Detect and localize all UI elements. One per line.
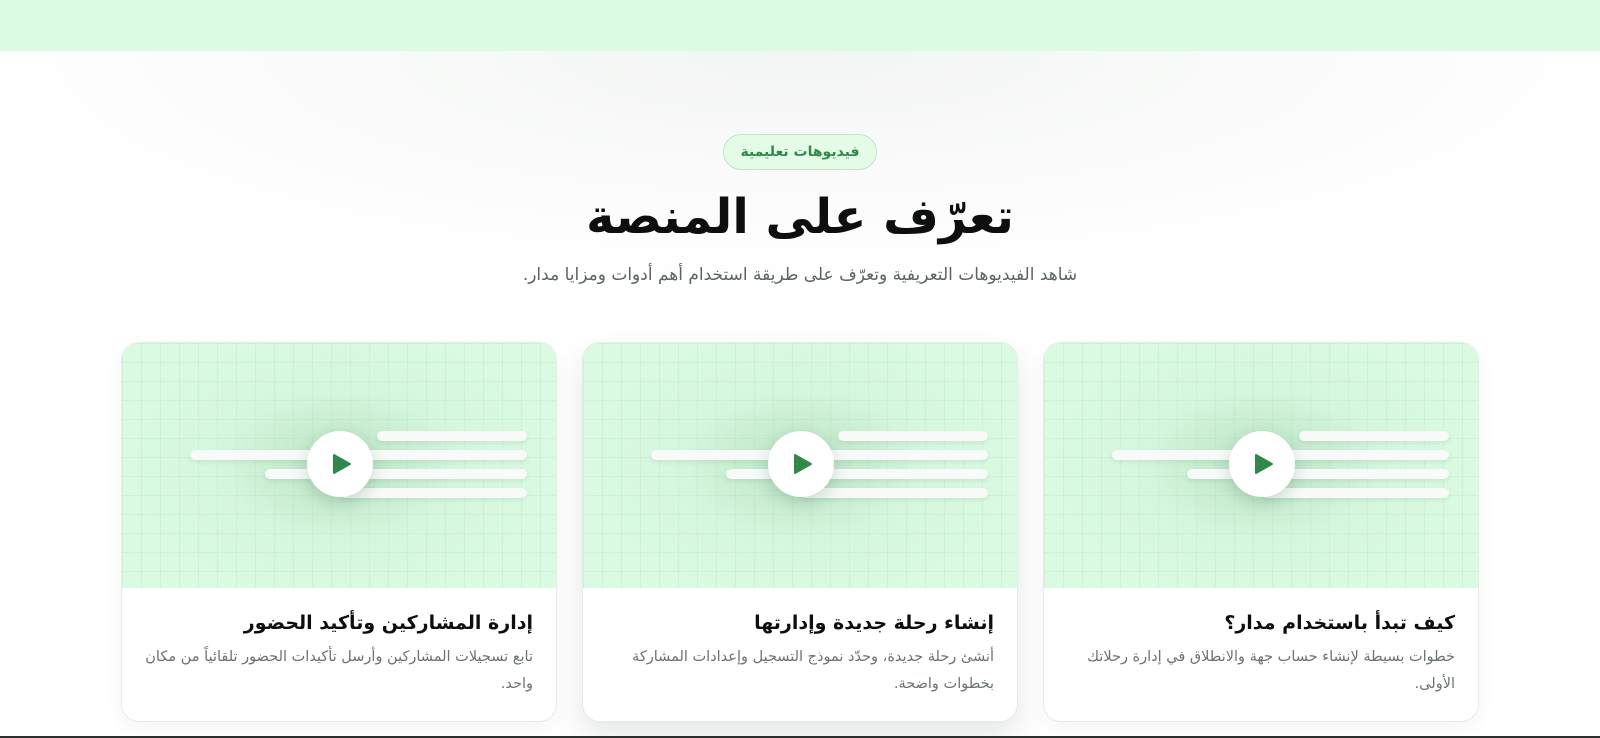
video-card-title[interactable]: إدارة المشاركين وتأكيد الحضور [145, 608, 533, 638]
decorative-line [838, 431, 988, 441]
section-badge-wrap: فيديوهات تعليمية [0, 134, 1600, 170]
play-icon [333, 454, 351, 474]
decorative-line [1262, 488, 1449, 498]
decorative-line [1299, 431, 1449, 441]
play-icon [1255, 454, 1273, 474]
video-card-body: إدارة المشاركين وتأكيد الحضور تابع تسجيل… [122, 588, 556, 698]
decorative-line [265, 469, 527, 479]
play-icon [794, 454, 812, 474]
video-card-title[interactable]: إنشاء رحلة جديدة وإدارتها [606, 608, 994, 638]
play-button[interactable] [768, 431, 834, 497]
video-card-body: كيف تبدأ باستخدام مدار؟ خطوات بسيطة لإنش… [1044, 588, 1478, 698]
video-cards-list: كيف تبدأ باستخدام مدار؟ خطوات بسيطة لإنش… [121, 342, 1479, 722]
video-thumbnail[interactable] [583, 343, 1017, 588]
decorative-line [726, 469, 988, 479]
video-card-description: أنشئ رحلة جديدة، وحدّد نموذج التسجيل وإع… [632, 649, 994, 692]
video-card[interactable]: إنشاء رحلة جديدة وإدارتها أنشئ رحلة جديد… [582, 342, 1018, 722]
decorative-line [801, 488, 988, 498]
decorative-line [377, 431, 527, 441]
video-card[interactable]: كيف تبدأ باستخدام مدار؟ خطوات بسيطة لإنش… [1043, 342, 1479, 722]
video-card-description: تابع تسجيلات المشاركين وأرسل تأكيدات الح… [145, 649, 533, 692]
decorative-line [1187, 469, 1449, 479]
section-title: تعرّف على المنصة [586, 189, 1014, 245]
video-card[interactable]: إدارة المشاركين وتأكيد الحضور تابع تسجيل… [121, 342, 557, 722]
video-thumbnail[interactable] [122, 343, 556, 588]
section-subtitle: شاهد الفيديوهات التعريفية وتعرّف على طري… [522, 265, 1078, 285]
play-button[interactable] [1229, 431, 1295, 497]
video-card-body: إنشاء رحلة جديدة وإدارتها أنشئ رحلة جديد… [583, 588, 1017, 698]
section-badge: فيديوهات تعليمية [723, 134, 877, 170]
top-banner-strip [0, 0, 1600, 51]
video-card-description: خطوات بسيطة لإنشاء حساب جهة والانطلاق في… [1087, 649, 1455, 692]
video-card-title[interactable]: كيف تبدأ باستخدام مدار؟ [1067, 608, 1455, 638]
decorative-line [340, 488, 527, 498]
play-button[interactable] [307, 431, 373, 497]
video-thumbnail[interactable] [1044, 343, 1478, 588]
